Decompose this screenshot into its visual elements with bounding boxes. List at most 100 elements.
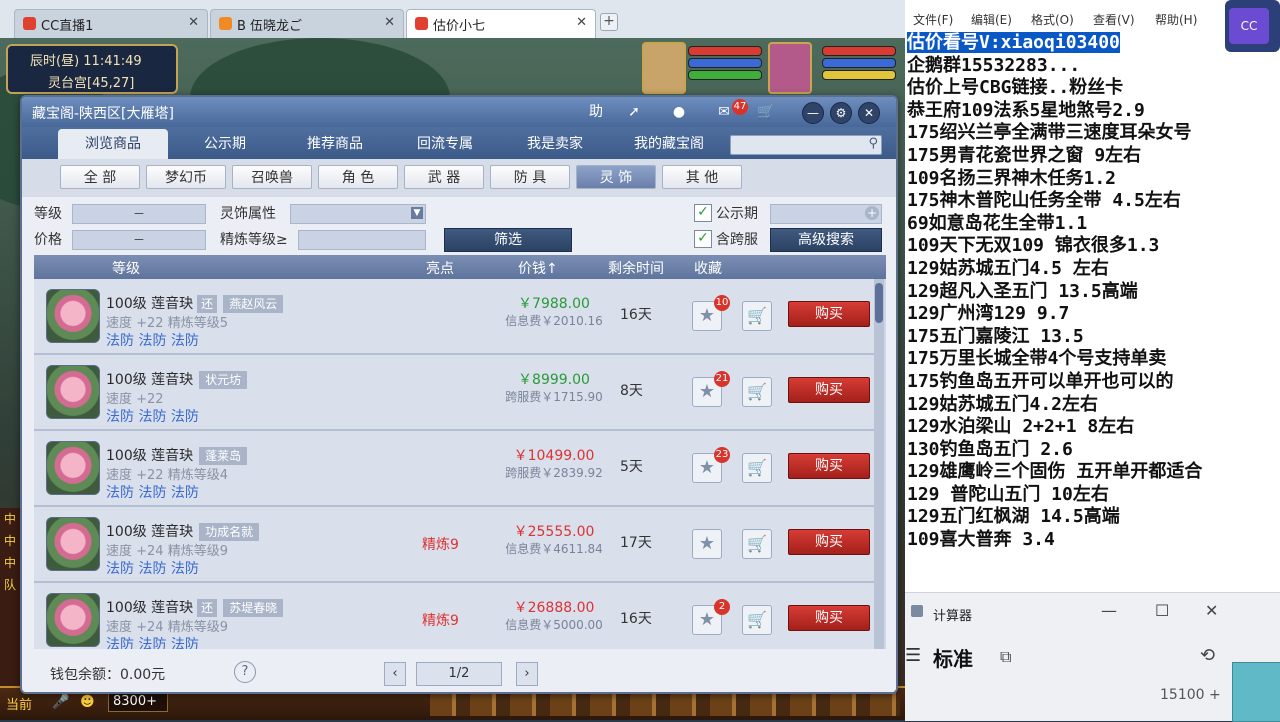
- browser-tab-active[interactable]: 估价小七 ✕: [406, 9, 596, 38]
- lotus-ornament-icon[interactable]: [46, 289, 100, 343]
- channel-label[interactable]: 中: [0, 552, 20, 574]
- cart-icon[interactable]: 🛒: [742, 605, 772, 635]
- buy-button[interactable]: 购买: [788, 453, 870, 479]
- buy-button[interactable]: 购买: [788, 301, 870, 327]
- col-price[interactable]: 价钱↑: [518, 258, 558, 278]
- record-icon[interactable]: ●: [667, 101, 691, 123]
- menu-file[interactable]: 文件(F): [913, 11, 953, 28]
- col-level[interactable]: 等级: [112, 258, 140, 278]
- tab-public[interactable]: 公示期: [170, 129, 280, 159]
- favorite-count-badge: 21: [714, 371, 730, 387]
- filter-button[interactable]: 筛选: [444, 228, 572, 252]
- close-icon[interactable]: ✕: [858, 102, 880, 124]
- pet-portrait[interactable]: [642, 42, 686, 94]
- category-weapons[interactable]: 武 器: [404, 165, 484, 189]
- close-icon[interactable]: ✕: [384, 15, 395, 30]
- prev-page-icon[interactable]: ‹: [384, 662, 406, 686]
- cart-icon[interactable]: 🛒: [754, 101, 778, 123]
- scrollbar-thumb[interactable]: [875, 283, 883, 323]
- browser-tab-b[interactable]: B 伍晓龙ご ✕: [210, 9, 404, 38]
- category-other[interactable]: 其 他: [662, 165, 742, 189]
- list-item[interactable]: 100级 莲音玦 蓬莱岛 速度 +22 精炼等级4 法防 法防 法防 ￥10499…: [34, 431, 874, 507]
- category-roles[interactable]: 角 色: [318, 165, 398, 189]
- category-ornaments[interactable]: 灵 饰: [576, 165, 656, 189]
- menu-format[interactable]: 格式(O): [1031, 11, 1074, 28]
- item-fee: 信息费￥5000.00: [505, 618, 603, 632]
- item-attrs: 法防 法防 法防: [106, 333, 199, 349]
- channel-label[interactable]: 队: [0, 574, 20, 596]
- action-icons[interactable]: [430, 692, 900, 716]
- lotus-ornament-icon[interactable]: [46, 365, 100, 419]
- voice-icon[interactable]: 🎤: [52, 694, 69, 710]
- level-range-input[interactable]: －: [72, 204, 206, 224]
- close-icon[interactable]: ✕: [1205, 601, 1218, 620]
- public-select[interactable]: +: [770, 204, 882, 224]
- price-range-input[interactable]: －: [72, 230, 206, 250]
- next-page-icon[interactable]: ›: [516, 662, 538, 686]
- menu-icon[interactable]: ☰: [905, 645, 921, 666]
- menu-help[interactable]: 帮助(H): [1155, 11, 1197, 28]
- category-pets[interactable]: 召唤兽: [232, 165, 312, 189]
- notepad-text[interactable]: 估价看号V:xiaoqi03400 企鹅群15532283... 估价上号CBG…: [907, 32, 1280, 552]
- category-armor[interactable]: 防 具: [490, 165, 570, 189]
- lotus-ornament-icon[interactable]: [46, 517, 100, 571]
- refine-input[interactable]: [298, 230, 426, 250]
- list-item[interactable]: 100级 莲音玦还苏堤春晓 速度 +24 精炼等级9 法防 法防 法防 精炼9 …: [34, 583, 874, 649]
- cart-icon[interactable]: 🛒: [742, 301, 772, 331]
- plus-icon[interactable]: +: [865, 206, 879, 220]
- lotus-ornament-icon[interactable]: [46, 441, 100, 495]
- keep-on-top-icon[interactable]: ⧉: [1000, 647, 1011, 667]
- emoji-icon[interactable]: ☻: [80, 694, 95, 710]
- maximize-icon[interactable]: ☐: [1155, 601, 1169, 620]
- chevron-down-icon[interactable]: ▼: [411, 207, 423, 219]
- tab-seller[interactable]: 我是卖家: [500, 129, 610, 159]
- col-remaining[interactable]: 剩余时间: [608, 258, 664, 278]
- menu-edit[interactable]: 编辑(E): [971, 11, 1012, 28]
- new-tab-button[interactable]: +: [600, 13, 618, 31]
- list-scrollbar[interactable]: [874, 279, 884, 649]
- selected-text: 估价看号V:xiaoqi03400: [907, 32, 1120, 53]
- list-item[interactable]: 100级 莲音玦还燕赵风云 速度 +22 精炼等级5 法防 法防 法防 ￥798…: [34, 279, 874, 355]
- player-portrait[interactable]: [768, 42, 812, 94]
- browser-tab-cc[interactable]: CC直播1 ✕: [14, 9, 208, 38]
- tab-return[interactable]: 回流专属: [390, 129, 500, 159]
- search-input[interactable]: ⚲: [730, 135, 882, 155]
- category-all[interactable]: 全 部: [60, 165, 140, 189]
- channel-label[interactable]: 中: [0, 508, 20, 530]
- close-icon[interactable]: ✕: [576, 15, 587, 30]
- cart-icon[interactable]: 🛒: [742, 453, 772, 483]
- help-button[interactable]: 助: [584, 101, 608, 123]
- settings-icon[interactable]: ⚙: [830, 102, 852, 124]
- advanced-search-button[interactable]: 高级搜索: [770, 228, 882, 252]
- cross-server-checkbox[interactable]: ✓: [694, 230, 712, 248]
- buy-button[interactable]: 购买: [788, 377, 870, 403]
- history-icon[interactable]: ⟲: [1200, 645, 1215, 666]
- share-icon[interactable]: ➚: [622, 101, 646, 123]
- search-icon[interactable]: ⚲: [868, 136, 878, 151]
- minimize-icon[interactable]: —: [802, 102, 824, 124]
- lotus-ornament-icon[interactable]: [46, 593, 100, 647]
- list-item[interactable]: 100级 莲音玦 状元坊 速度 +22 法防 法防 法防 ￥8999.00 跨服费…: [34, 355, 874, 431]
- col-highlight[interactable]: 亮点: [426, 258, 454, 278]
- cart-icon[interactable]: 🛒: [742, 377, 772, 407]
- attr-select[interactable]: ▼: [290, 204, 426, 224]
- favorite-star-icon[interactable]: ★: [692, 529, 722, 559]
- col-favorite[interactable]: 收藏: [694, 258, 722, 278]
- help-icon[interactable]: ?: [234, 661, 256, 683]
- tab-browse[interactable]: 浏览商品: [58, 129, 168, 159]
- chat-current-channel[interactable]: 当前: [6, 694, 32, 713]
- menu-view[interactable]: 查看(V): [1093, 11, 1135, 28]
- text-line: 175神木普陀山任务全带 4.5左右: [907, 190, 1181, 212]
- category-coins[interactable]: 梦幻币: [146, 165, 226, 189]
- tab-my-pavilion[interactable]: 我的藏宝阁: [614, 129, 724, 159]
- item-title: 100级 莲音玦还燕赵风云: [106, 293, 284, 313]
- channel-label[interactable]: 中: [0, 530, 20, 552]
- minimize-icon[interactable]: —: [1101, 601, 1117, 620]
- list-item[interactable]: 100级 莲音玦 功成名就 速度 +24 精炼等级9 法防 法防 法防 精炼9 ￥…: [34, 507, 874, 583]
- close-icon[interactable]: ✕: [188, 15, 199, 30]
- tab-recommend[interactable]: 推荐商品: [280, 129, 390, 159]
- buy-button[interactable]: 购买: [788, 529, 870, 555]
- public-checkbox[interactable]: ✓: [694, 204, 712, 222]
- buy-button[interactable]: 购买: [788, 605, 870, 631]
- cart-icon[interactable]: 🛒: [742, 529, 772, 559]
